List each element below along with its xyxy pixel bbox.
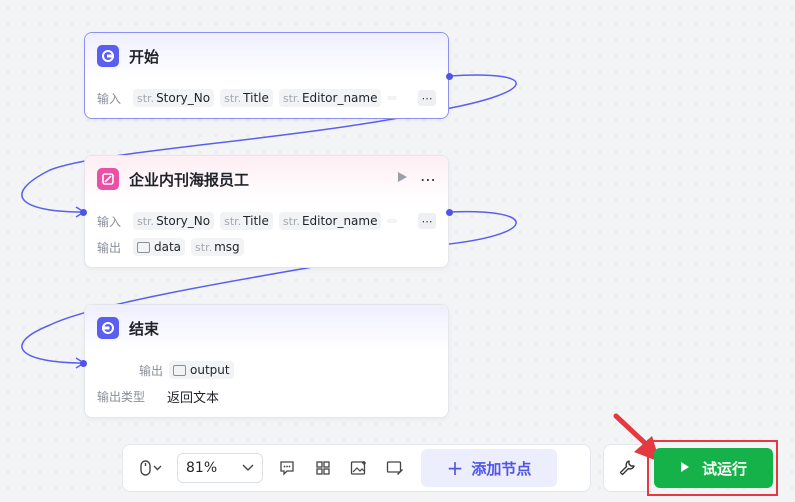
canvas-toolbar: 81% + 添加节点: [122, 444, 591, 492]
layout-button[interactable]: [305, 452, 341, 484]
test-run-button[interactable]: 试运行: [654, 448, 773, 488]
input-label: 输入: [97, 91, 122, 106]
node-menu-button[interactable]: ⋯: [420, 170, 436, 189]
output-type-value: 返回文本: [167, 390, 220, 406]
end-output-row: 输出 output: [85, 357, 448, 383]
start-output-port[interactable]: [446, 73, 453, 80]
note-icon: [386, 461, 403, 475]
param-tag: str. Editor_name: [278, 89, 382, 107]
play-icon: [680, 459, 690, 477]
note-button[interactable]: [377, 452, 413, 484]
param-tag: str. Editor_name: [278, 212, 382, 230]
zoom-value: 81%: [186, 460, 218, 476]
add-node-button[interactable]: + 添加节点: [421, 449, 557, 487]
end-node-icon: [97, 317, 119, 339]
comment-button[interactable]: [269, 452, 305, 484]
plugin-node-header: 企业内刊海报员工 ⋯: [85, 156, 448, 202]
start-node-icon: [97, 45, 119, 67]
input-label: 输入: [97, 214, 122, 229]
end-node-header: 结束: [85, 305, 448, 351]
start-node-header: 开始: [85, 33, 448, 79]
plugin-output-row: 输出 data str. msg: [85, 234, 448, 260]
end-node[interactable]: 结束 输出 output 输出类型 返回文本: [84, 304, 449, 418]
output-type-label: 输出类型: [97, 389, 146, 404]
more-params-button[interactable]: ⋯: [418, 90, 436, 106]
param-tag: str. Title: [220, 89, 273, 107]
mouse-icon: [140, 460, 162, 476]
test-run-label: 试运行: [701, 459, 747, 478]
start-input-row: 输入 str. Story_No str. Title str. Editor_nam…: [85, 85, 448, 111]
comment-icon: [280, 461, 294, 476]
param-tag: output: [169, 361, 234, 379]
image-icon: [350, 461, 366, 475]
plugin-input-port[interactable]: [80, 209, 87, 216]
param-tag: str. Story_No: [133, 89, 215, 107]
param-tag: data: [133, 238, 186, 256]
plugin-output-port[interactable]: [446, 209, 453, 216]
param-tag-truncated: [387, 96, 398, 100]
plugin-node-title: 企业内刊海报员工: [129, 170, 250, 189]
plugin-node-icon: [97, 168, 119, 190]
end-node-title: 结束: [129, 319, 160, 338]
start-node-title: 开始: [129, 47, 160, 66]
more-params-button[interactable]: ⋯: [418, 213, 436, 229]
start-node[interactable]: 开始 输入 str. Story_No str. Title str. Editor_…: [84, 32, 449, 119]
end-input-port[interactable]: [80, 360, 87, 367]
end-output-type-row: 输出类型 返回文本: [85, 383, 448, 409]
plus-icon: +: [446, 456, 464, 480]
plugin-node[interactable]: 企业内刊海报员工 ⋯ 输入 str. Story_No str. Title str…: [84, 155, 449, 268]
interaction-mode-button[interactable]: [131, 452, 171, 484]
zoom-select[interactable]: 81%: [177, 453, 263, 483]
grid-icon: [316, 461, 330, 475]
image-type-icon: [173, 364, 186, 376]
param-tag: str. Story_No: [133, 212, 215, 230]
add-node-label: 添加节点: [471, 459, 532, 478]
param-tag: str. msg: [191, 238, 244, 256]
chevron-down-icon: [242, 460, 254, 476]
output-label: 输出: [97, 240, 122, 255]
image-button[interactable]: [341, 452, 377, 484]
play-node-icon[interactable]: [396, 171, 408, 187]
image-type-icon: [137, 241, 150, 253]
plugin-input-row: 输入 str. Story_No str. Title str. Editor_nam…: [85, 208, 448, 234]
param-tag-truncated: [387, 219, 398, 223]
param-tag: str. Title: [220, 212, 273, 230]
output-label: 输出: [138, 363, 163, 378]
